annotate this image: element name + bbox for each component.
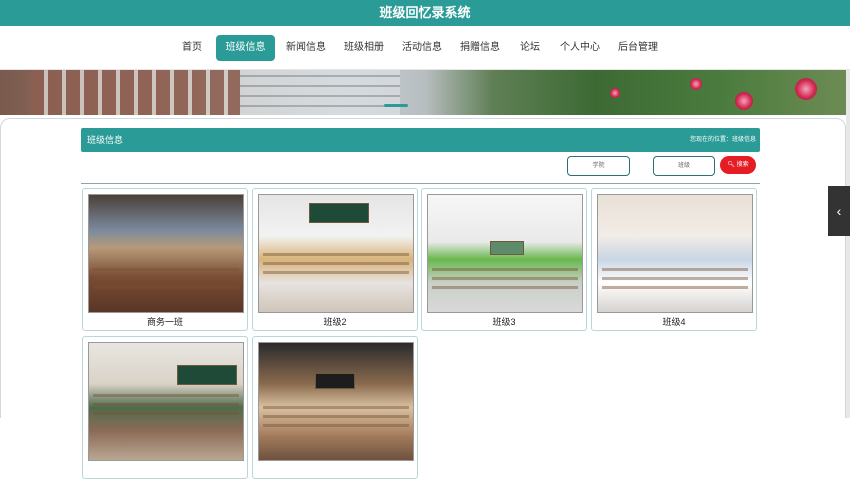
- banner-building: [30, 70, 240, 115]
- search-button-label: 搜索: [736, 162, 749, 168]
- banner-carousel[interactable]: [0, 70, 850, 115]
- class-card-image[interactable]: [427, 194, 583, 313]
- class-card-image[interactable]: [88, 342, 244, 461]
- class-card-name[interactable]: 商务一班: [83, 315, 247, 328]
- section-title: 班级信息: [87, 135, 124, 145]
- class-card[interactable]: 班级3: [421, 188, 587, 331]
- class-card-image[interactable]: [258, 194, 414, 313]
- thumb-screen: [490, 241, 524, 255]
- class-card-name[interactable]: 班级4: [592, 315, 756, 328]
- nav-item-album[interactable]: 班级相册: [338, 35, 390, 61]
- class-card[interactable]: 班级4: [591, 188, 757, 331]
- nav-item-profile[interactable]: 个人中心: [554, 35, 606, 61]
- chevron-left-icon: ‹: [836, 203, 842, 219]
- class-card-image[interactable]: [258, 342, 414, 461]
- class-card[interactable]: 班级2: [252, 188, 418, 331]
- class-card-image[interactable]: [88, 194, 244, 313]
- class-card-name[interactable]: 班级2: [253, 315, 417, 328]
- nav-item-donations[interactable]: 捐赠信息: [454, 35, 506, 61]
- thumb-blackboard: [177, 365, 237, 385]
- breadcrumb: 您现在的位置：班级信息: [689, 137, 756, 143]
- thumb-blackboard: [309, 203, 369, 223]
- class-card[interactable]: 商务一班: [82, 188, 248, 331]
- search-button[interactable]: 🔍︎ 搜索: [720, 156, 756, 174]
- app-title: 班级回忆录系统: [379, 5, 471, 20]
- thumb-desk-rows: [602, 265, 748, 295]
- class-card-image[interactable]: [597, 194, 753, 313]
- carousel-indicator[interactable]: [384, 104, 408, 107]
- side-panel-toggle[interactable]: ‹: [828, 186, 850, 236]
- class-card[interactable]: [252, 336, 418, 479]
- thumb-screen: [315, 373, 355, 389]
- nav-item-class-info[interactable]: 班级信息: [216, 35, 275, 61]
- thumb-desk-rows: [93, 391, 239, 421]
- nav-item-activities[interactable]: 活动信息: [396, 35, 448, 61]
- banner-flower: [795, 78, 817, 100]
- banner-flower: [690, 78, 702, 90]
- nav-item-home[interactable]: 首页: [172, 35, 212, 61]
- search-icon: 🔍︎: [727, 162, 735, 168]
- page-scrollbar[interactable]: [846, 70, 850, 418]
- app-title-bar: 班级回忆录系统: [0, 0, 850, 26]
- banner-glass: [240, 70, 400, 115]
- thumb-desk-rows: [432, 265, 578, 295]
- college-filter-input[interactable]: 学院: [567, 156, 630, 176]
- section-divider: [81, 183, 760, 184]
- banner-flower: [735, 92, 753, 110]
- class-filter-input[interactable]: 班级: [653, 156, 715, 176]
- thumb-desk-rows: [93, 265, 239, 295]
- thumb-desk-rows: [263, 403, 409, 433]
- nav-item-admin[interactable]: 后台管理: [612, 35, 664, 61]
- nav-item-news[interactable]: 新闻信息: [281, 35, 331, 61]
- banner-flower: [610, 88, 620, 98]
- thumb-desk-rows: [263, 250, 409, 280]
- class-card-name[interactable]: 班级3: [422, 315, 586, 328]
- class-card[interactable]: [82, 336, 248, 479]
- main-nav: 首页 班级信息 新闻信息 班级相册 活动信息 捐赠信息 论坛 个人中心 后台管理: [0, 26, 850, 70]
- section-header: 班级信息 您现在的位置：班级信息: [81, 128, 760, 152]
- nav-item-forum[interactable]: 论坛: [512, 35, 548, 61]
